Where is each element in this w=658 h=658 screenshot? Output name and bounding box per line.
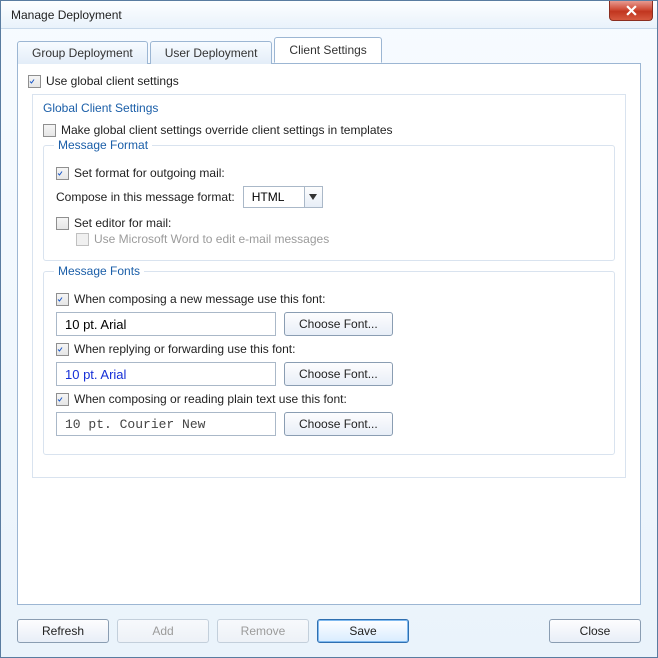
compose-format-value: HTML	[244, 190, 304, 204]
use-word-label: Use Microsoft Word to edit e-mail messag…	[94, 232, 329, 246]
override-row: Make global client settings override cli…	[43, 123, 615, 137]
set-editor-row: Set editor for mail:	[56, 216, 602, 230]
add-button: Add	[117, 619, 209, 643]
compose-format-label: Compose in this message format:	[56, 190, 235, 204]
plain-font-label: When composing or reading plain text use…	[74, 392, 347, 406]
plain-font-checkbox[interactable]	[56, 393, 69, 406]
message-fonts-group: Message Fonts When composing a new messa…	[43, 271, 615, 455]
plain-font-display: 10 pt. Courier New	[56, 412, 276, 436]
use-word-checkbox	[76, 233, 89, 246]
choose-font-plain-button[interactable]: Choose Font...	[284, 412, 393, 436]
content-area: Group Deployment User Deployment Client …	[1, 29, 657, 609]
remove-button: Remove	[217, 619, 309, 643]
choose-font-compose-button[interactable]: Choose Font...	[284, 312, 393, 336]
reply-font-checkbox[interactable]	[56, 343, 69, 356]
window-title: Manage Deployment	[11, 8, 122, 22]
reply-font-display: 10 pt. Arial	[56, 362, 276, 386]
tab-client-settings[interactable]: Client Settings	[274, 37, 381, 63]
message-fonts-legend: Message Fonts	[54, 264, 144, 278]
check-icon	[57, 168, 63, 179]
check-icon	[57, 344, 63, 355]
tab-strip: Group Deployment User Deployment Client …	[17, 39, 641, 63]
message-format-group: Message Format Set format for outgoing m…	[43, 145, 615, 261]
set-editor-checkbox[interactable]	[56, 217, 69, 230]
check-icon	[57, 394, 63, 405]
set-format-row: Set format for outgoing mail:	[56, 166, 602, 180]
use-global-checkbox[interactable]	[28, 75, 41, 88]
dropdown-arrow	[304, 187, 322, 207]
check-icon	[29, 76, 35, 87]
choose-font-reply-button[interactable]: Choose Font...	[284, 362, 393, 386]
plain-font-row: When composing or reading plain text use…	[56, 392, 602, 406]
panel-client-settings: Use global client settings Global Client…	[17, 63, 641, 605]
set-format-label: Set format for outgoing mail:	[74, 166, 225, 180]
tab-group-deployment[interactable]: Group Deployment	[17, 41, 148, 64]
dialog-window: Manage Deployment Group Deployment User …	[0, 0, 658, 658]
compose-font-display-row: 10 pt. Arial Choose Font...	[56, 312, 602, 336]
override-label: Make global client settings override cli…	[61, 123, 393, 137]
window-close-button[interactable]	[609, 1, 653, 21]
save-button[interactable]: Save	[317, 619, 409, 643]
tab-user-deployment[interactable]: User Deployment	[150, 41, 273, 64]
refresh-button[interactable]: Refresh	[17, 619, 109, 643]
reply-font-label: When replying or forwarding use this fon…	[74, 342, 295, 356]
compose-font-label: When composing a new message use this fo…	[74, 292, 325, 306]
use-global-label: Use global client settings	[46, 74, 179, 88]
compose-font-checkbox[interactable]	[56, 293, 69, 306]
set-format-checkbox[interactable]	[56, 167, 69, 180]
override-checkbox[interactable]	[43, 124, 56, 137]
reply-font-display-row: 10 pt. Arial Choose Font...	[56, 362, 602, 386]
compose-font-row: When composing a new message use this fo…	[56, 292, 602, 306]
close-icon	[626, 5, 637, 16]
global-settings-title: Global Client Settings	[43, 101, 615, 115]
reply-font-row: When replying or forwarding use this fon…	[56, 342, 602, 356]
close-button[interactable]: Close	[549, 619, 641, 643]
chevron-down-icon	[309, 194, 317, 200]
check-icon	[57, 294, 63, 305]
compose-format-row: Compose in this message format: HTML	[56, 186, 602, 208]
button-bar: Refresh Add Remove Save Close	[1, 609, 657, 657]
use-word-row: Use Microsoft Word to edit e-mail messag…	[76, 232, 602, 246]
titlebar: Manage Deployment	[1, 1, 657, 29]
compose-format-dropdown[interactable]: HTML	[243, 186, 323, 208]
use-global-row: Use global client settings	[28, 74, 630, 88]
message-format-legend: Message Format	[54, 138, 152, 152]
compose-font-display: 10 pt. Arial	[56, 312, 276, 336]
plain-font-display-row: 10 pt. Courier New Choose Font...	[56, 412, 602, 436]
global-settings-panel: Global Client Settings Make global clien…	[32, 94, 626, 478]
set-editor-label: Set editor for mail:	[74, 216, 171, 230]
